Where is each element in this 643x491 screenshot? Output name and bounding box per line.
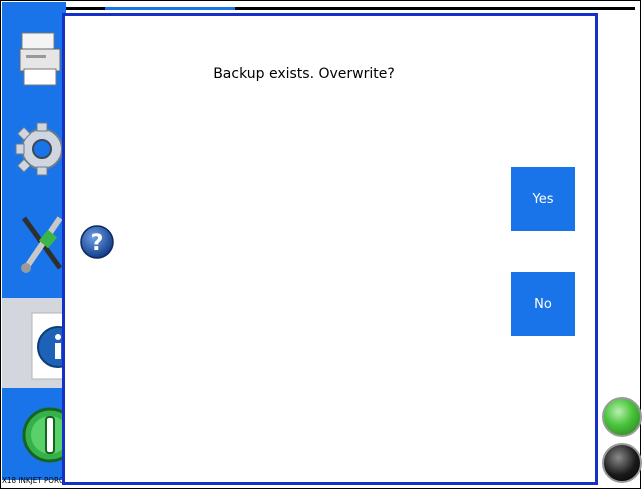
printer-icon	[19, 32, 61, 86]
sidebar-item-print[interactable]	[2, 16, 66, 104]
app-window: X18 INKJET POROUS X1 Backup exists. Over…	[0, 0, 642, 489]
sidebar	[2, 2, 66, 480]
overwrite-dialog: Backup exists. Overwrite? ? Yes No	[62, 13, 598, 485]
info-icon	[31, 312, 66, 380]
sidebar-item-info[interactable]	[2, 302, 66, 390]
sidebar-item-settings[interactable]	[2, 106, 66, 194]
question-icon: ?	[80, 225, 114, 259]
no-button[interactable]: No	[511, 272, 575, 336]
sidebar-item-power[interactable]	[2, 388, 66, 476]
gear-icon	[15, 122, 62, 176]
tools-icon	[21, 216, 62, 273]
yes-button[interactable]: Yes	[511, 167, 575, 231]
sidebar-item-tools[interactable]	[2, 198, 66, 286]
power-icon	[22, 407, 66, 463]
dialog-message: Backup exists. Overwrite?	[213, 66, 395, 82]
status-lights	[598, 395, 642, 489]
top-strip	[63, 7, 635, 10]
green-light-icon	[602, 397, 642, 437]
svg-text:?: ?	[91, 231, 104, 256]
black-light-icon	[602, 443, 642, 483]
top-strip-accent	[105, 7, 235, 10]
